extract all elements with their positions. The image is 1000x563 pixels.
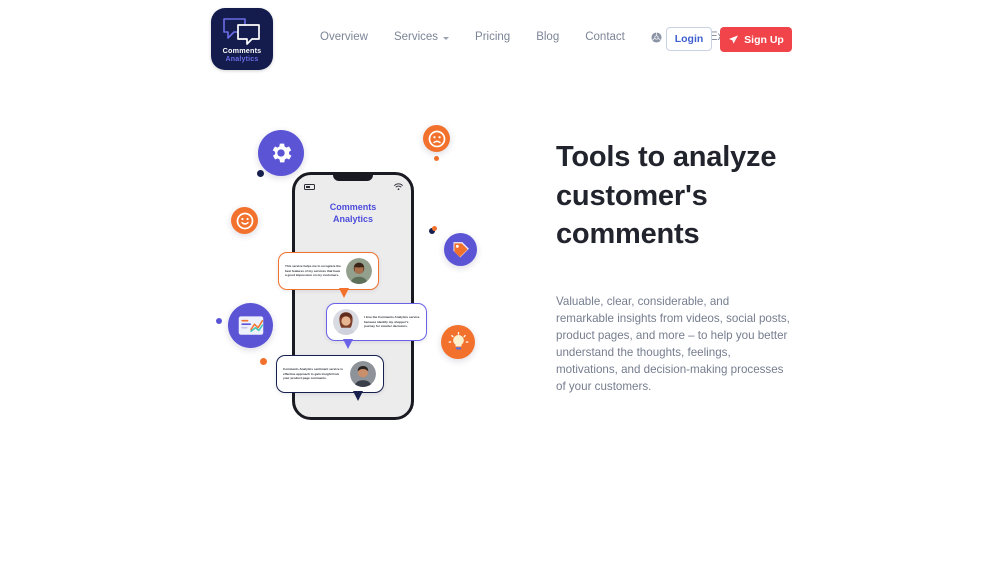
sad-face-icon (428, 130, 445, 147)
decorative-dot-orange-2 (432, 226, 437, 231)
chevron-down-icon (443, 36, 450, 40)
comment-bubble-3: Comments Analytics sentiment service is … (276, 355, 384, 401)
gear-icon (272, 143, 292, 163)
brand-logo-line1: Comments (222, 46, 262, 55)
phone-brand: Comments Analytics (295, 201, 411, 226)
decorative-dot-orange-3 (260, 358, 267, 365)
badge-lightbulb (441, 325, 475, 359)
bubble-tail (343, 339, 353, 349)
bubble-tail (353, 391, 363, 401)
chart-card-icon (238, 315, 263, 335)
comment-bubble-1: This service helps me to recognize the b… (278, 252, 379, 298)
hero-paragraph: Valuable, clear, considerable, and remar… (556, 294, 790, 393)
nav-label: Services (393, 31, 439, 43)
brand-logo[interactable]: Comments Analytics (211, 8, 273, 70)
hero-illustration: Comments Analytics This service helps me… (200, 100, 520, 450)
paper-plane-icon (729, 35, 739, 44)
chrome-icon (651, 31, 662, 43)
price-tag-icon (453, 241, 469, 257)
phone-brand-line1: Comments (329, 202, 377, 212)
nav-label: Contact (585, 31, 625, 43)
comment-bubble-2: I love the Comments Analytics service be… (326, 303, 427, 349)
decorative-dot-navy (257, 170, 264, 177)
comment-text: This service helps me to recognize the b… (285, 264, 341, 278)
signup-button[interactable]: Sign Up (720, 27, 792, 52)
brand-logo-line2: Analytics (225, 56, 259, 64)
avatar (333, 309, 359, 335)
lightbulb-icon (448, 331, 468, 349)
comment-text: I love the Comments Analytics service be… (364, 315, 420, 329)
battery-icon (304, 184, 315, 190)
nav-label: Pricing (475, 31, 511, 43)
site-header: Comments Analytics Overview Services Pri… (0, 0, 1000, 78)
decorative-dot-purple (216, 318, 222, 324)
badge-gear (258, 130, 304, 176)
hero-copy: Tools to analyze customer's comments Val… (556, 138, 806, 395)
login-button[interactable]: Login (666, 27, 712, 51)
page-title: Tools to analyze customer's comments (556, 141, 777, 251)
avatar (346, 258, 372, 284)
speech-bubbles-icon (221, 17, 263, 45)
nav-label: Blog (536, 31, 560, 43)
avatar (350, 361, 376, 387)
nav-item-services[interactable]: Services (381, 31, 462, 43)
wifi-icon (394, 183, 403, 191)
login-label: Login (674, 33, 704, 45)
nav-item-pricing[interactable]: Pricing (462, 31, 523, 43)
bubble-tail (339, 288, 349, 298)
badge-smile-face (231, 207, 258, 234)
phone-brand-line2: Analytics (332, 214, 374, 225)
phone-notch (333, 174, 373, 181)
nav-item-overview[interactable]: Overview (320, 31, 381, 43)
nav-item-blog[interactable]: Blog (523, 31, 572, 43)
badge-chart-card (228, 303, 273, 348)
nav-item-contact[interactable]: Contact (572, 31, 638, 43)
comment-text: Comments Analytics sentiment service is … (283, 367, 344, 381)
badge-sad-face (423, 125, 450, 152)
decorative-dot-orange (434, 156, 439, 161)
badge-price-tag (444, 233, 477, 266)
smile-face-icon (236, 212, 253, 229)
signup-label: Sign Up (744, 33, 784, 46)
landing-page: Comments Analytics Overview Services Pri… (0, 0, 1000, 563)
nav-label: Overview (320, 31, 368, 43)
